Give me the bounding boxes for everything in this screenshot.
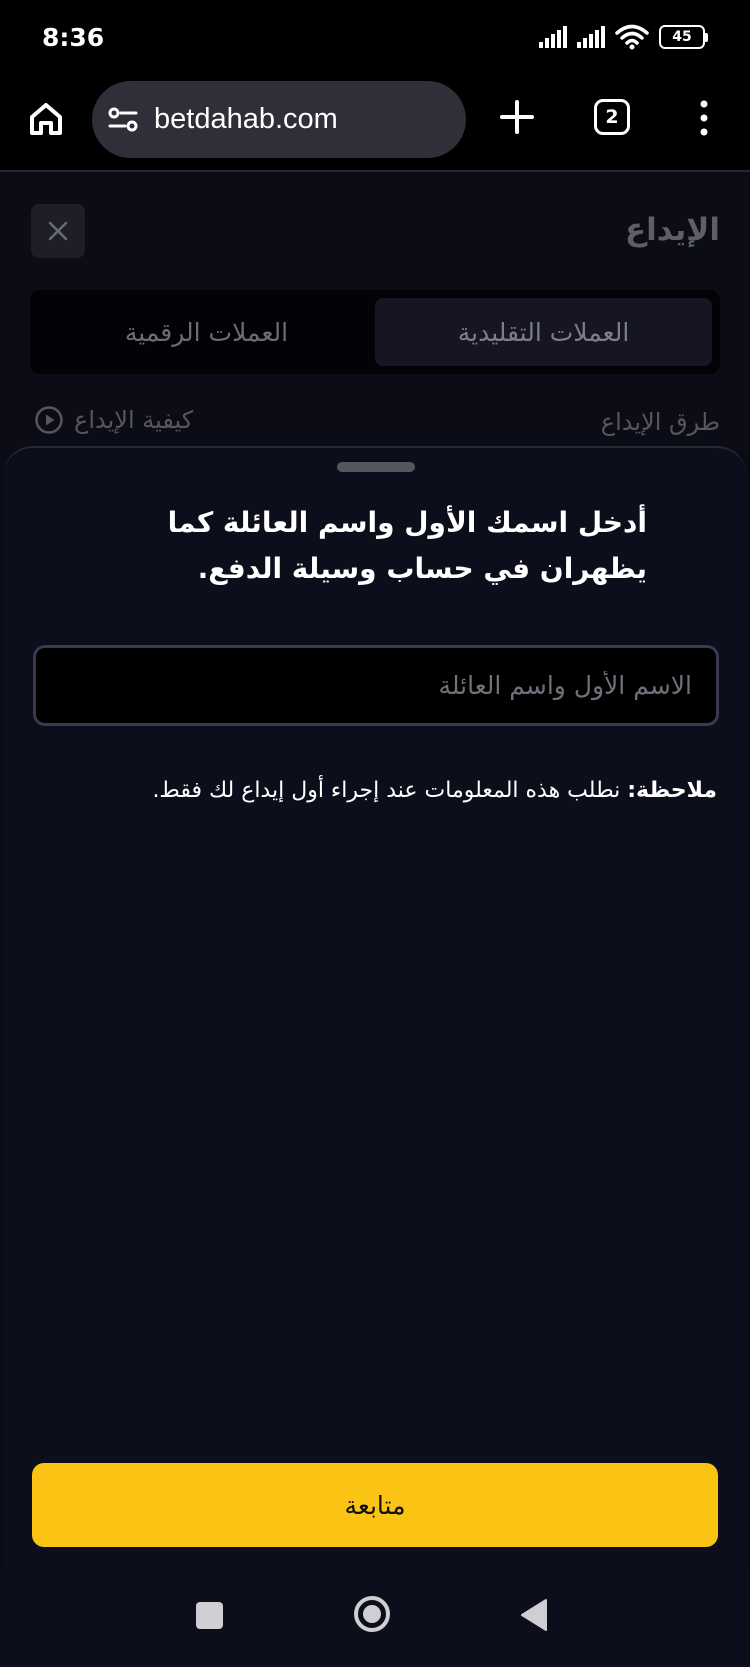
tab-digital-currencies[interactable]: العملات الرقمية [38,298,375,366]
battery-tip [705,32,708,42]
name-entry-sheet: أدخل اسمك الأول واسم العائلة كما يظهران … [3,446,747,1566]
tab-count: 2 [605,106,619,128]
deposit-methods-label: طرق الإيداع [600,408,720,436]
signal-icon [577,26,605,48]
continue-button[interactable]: متابعة [32,1463,718,1547]
deposit-page: الإيداع العملات التقليدية العملات الرقمي… [0,174,750,454]
close-button[interactable] [31,204,85,258]
status-icons: 45 [539,24,708,50]
plus-icon[interactable] [497,97,537,137]
system-home-icon[interactable] [352,1594,392,1634]
how-to-deposit-label: كيفية الإيداع [74,406,194,434]
note-text: نطلب هذه المعلومات عند إجراء أول إيداع ل… [152,778,628,803]
more-vert-icon[interactable] [696,98,712,138]
system-nav-bar [0,1566,750,1667]
signal-icon [539,26,567,48]
note: ملاحظة: نطلب هذه المعلومات عند إجراء أول… [117,778,717,803]
site-settings-icon[interactable] [108,107,138,133]
sheet-drag-handle[interactable] [337,462,415,472]
page-title: الإيداع [624,212,720,248]
close-icon [48,221,68,241]
address-bar[interactable]: betdahab.com [92,81,466,158]
currency-tabs: العملات التقليدية العملات الرقمية [30,290,720,374]
back-icon[interactable] [519,1597,549,1633]
recent-apps-icon[interactable] [196,1602,223,1629]
browser-toolbar: betdahab.com 2 [0,78,750,172]
full-name-input[interactable] [33,645,719,726]
how-to-deposit-link[interactable]: كيفية الإيداع [34,405,193,435]
battery-icon: 45 [659,25,708,49]
sheet-heading: أدخل اسمك الأول واسم العائلة كما يظهران … [167,506,647,585]
wifi-icon [615,24,649,50]
screen: 8:36 45 betdahab.com 2 الإيداع العملات ا… [0,0,750,1667]
tabs-icon[interactable]: 2 [594,99,630,135]
battery-level: 45 [659,25,705,49]
status-bar: 8:36 45 [0,0,750,78]
home-icon[interactable] [26,99,66,139]
status-time: 8:36 [42,22,105,52]
url-text: betdahab.com [154,103,338,135]
tab-traditional-currencies[interactable]: العملات التقليدية [375,298,712,366]
play-circle-icon [35,406,63,434]
note-label: ملاحظة: [627,778,717,803]
